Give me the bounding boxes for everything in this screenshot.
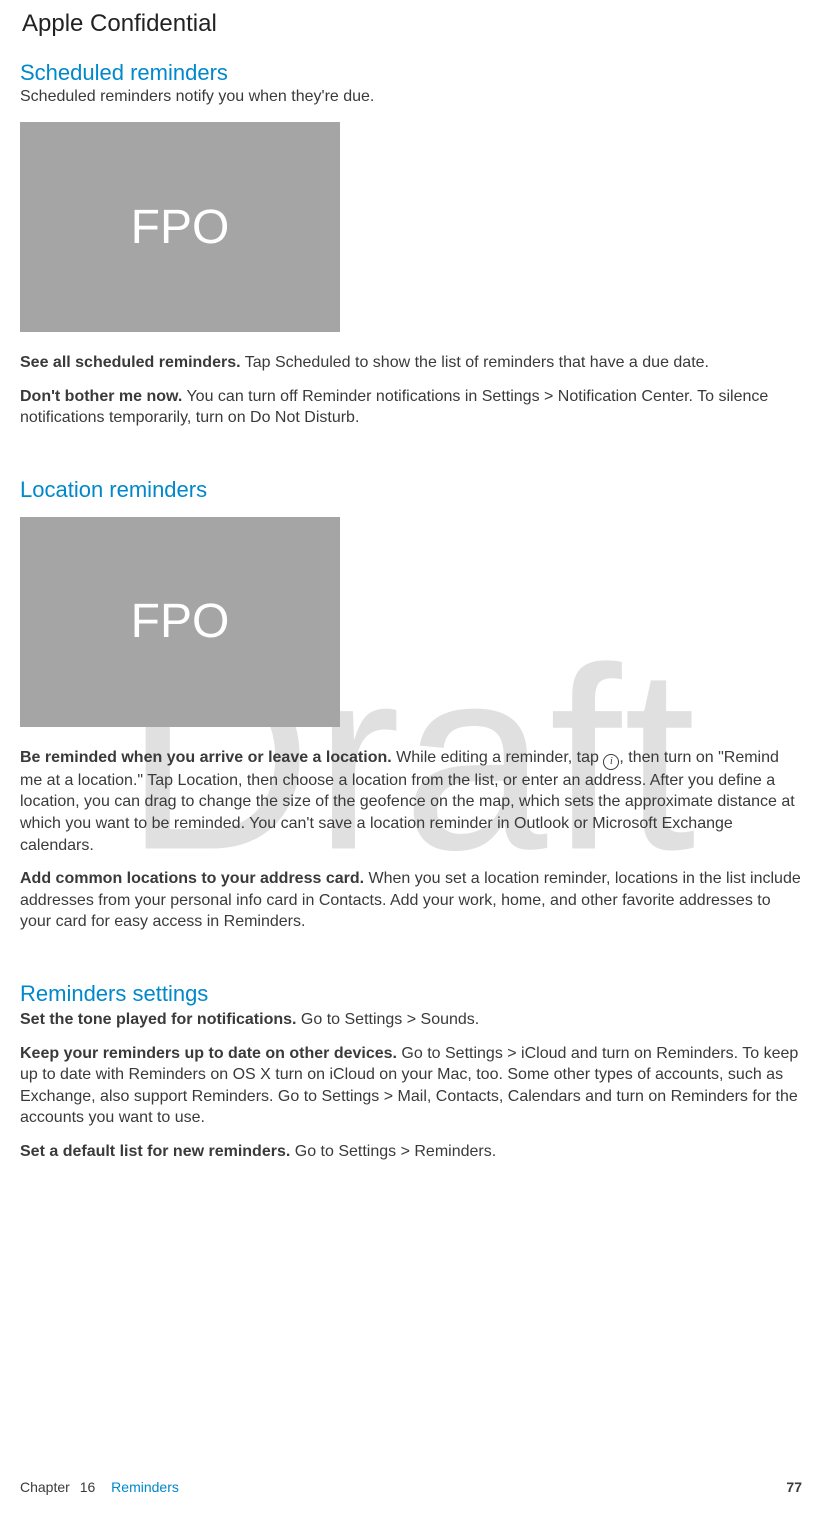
scheduled-p2: Don't bother me now. You can turn off Re… xyxy=(20,386,802,429)
body-text: Tap Scheduled to show the list of remind… xyxy=(241,354,709,371)
body-text: Go to Settings > Sounds. xyxy=(296,1011,479,1028)
chapter-label: Chapter xyxy=(20,1479,70,1495)
bold-lead: Don't bother me now. xyxy=(20,388,182,405)
bold-lead: Keep your reminders up to date on other … xyxy=(20,1045,397,1062)
body-text: While editing a reminder, tap xyxy=(392,749,604,766)
location-p2: Add common locations to your address car… xyxy=(20,868,802,933)
settings-p1: Set the tone played for notifications. G… xyxy=(20,1009,802,1031)
confidential-header: Apple Confidential xyxy=(22,10,802,38)
settings-p2: Keep your reminders up to date on other … xyxy=(20,1043,802,1129)
info-icon: i xyxy=(603,754,619,770)
fpo-placeholder-location: FPO xyxy=(20,517,340,727)
page-number: 77 xyxy=(786,1479,802,1495)
scheduled-subtext: Scheduled reminders notify you when they… xyxy=(20,88,802,106)
body-text: Go to Settings > Reminders. xyxy=(290,1143,496,1160)
settings-p3: Set a default list for new reminders. Go… xyxy=(20,1141,802,1163)
fpo-text: FPO xyxy=(131,200,230,255)
page-content: Apple Confidential Scheduled reminders S… xyxy=(0,0,822,1195)
chapter-number: 16 xyxy=(80,1479,96,1495)
bold-lead: Set the tone played for notifications. xyxy=(20,1011,296,1028)
fpo-placeholder-scheduled: FPO xyxy=(20,122,340,332)
location-p1: Be reminded when you arrive or leave a l… xyxy=(20,747,802,856)
footer-chapter: Chapter 16 Reminders xyxy=(20,1479,179,1495)
scheduled-heading: Scheduled reminders xyxy=(20,60,802,86)
page-footer: Chapter 16 Reminders 77 xyxy=(0,1479,822,1495)
settings-heading: Reminders settings xyxy=(20,981,802,1007)
bold-lead: Set a default list for new reminders. xyxy=(20,1143,290,1160)
chapter-name: Reminders xyxy=(111,1479,179,1495)
location-heading: Location reminders xyxy=(20,477,802,503)
scheduled-p1: See all scheduled reminders. Tap Schedul… xyxy=(20,352,802,374)
bold-lead: Be reminded when you arrive or leave a l… xyxy=(20,749,392,766)
bold-lead: Add common locations to your address car… xyxy=(20,870,364,887)
bold-lead: See all scheduled reminders. xyxy=(20,354,241,371)
fpo-text: FPO xyxy=(131,594,230,649)
